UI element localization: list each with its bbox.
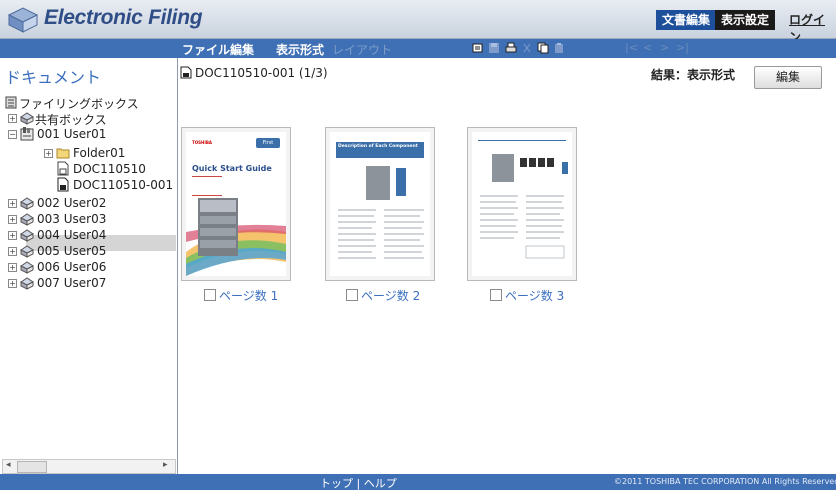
user-box-icon [20,261,34,274]
tree-label: 003 User03 [37,212,107,226]
scroll-left-arrow-icon[interactable]: ◂ [6,460,11,470]
user-box-icon [20,213,34,226]
copier-illustration [186,198,286,276]
expand-icon[interactable]: + [8,247,17,256]
checkbox-icon[interactable] [490,289,502,301]
cut-icon[interactable] [521,42,533,54]
tree-label: Folder01 [73,146,126,160]
tree-label: DOC110510 [73,162,146,176]
paste-icon[interactable] [553,42,565,54]
tree-label: 004 User04 [37,228,107,242]
copy-icon[interactable] [537,42,549,54]
expand-icon[interactable]: + [8,279,17,288]
tree-label: 005 User05 [37,244,107,258]
page-checkbox-2[interactable]: ページ数 2 [346,287,420,304]
tree-item-user04[interactable]: + 004 User04 [8,227,176,243]
component-diagram [338,166,424,259]
page-thumbnail-1[interactable]: TOSHIBA First Quick Start Guide [181,127,291,281]
copyright-text: ©2011 TOSHIBA TEC CORPORATION All Rights… [614,477,836,486]
app-header: Electronic Filing 文書編集 表示設定 ログイン [0,0,836,44]
user-box-icon [20,229,34,242]
save-icon[interactable] [488,42,500,54]
document-icon [180,66,192,79]
guide-heading: Quick Start Guide [192,164,272,173]
tree-item-doc110510-001[interactable]: DOC110510-001 [56,177,176,193]
expand-icon[interactable]: + [8,263,17,272]
expand-icon[interactable]: + [8,199,17,208]
app-title: Electronic Filing [44,6,203,29]
page-heading: Description of Each Component [338,144,418,149]
footer: トップ | ヘルプ ©2011 TOSHIBA TEC CORPORATION … [0,474,836,490]
tree-item-doc110510[interactable]: DOC110510 [56,161,174,177]
page-thumbnail-2[interactable]: Description of Each Component [325,127,435,281]
page-label: ページ数 2 [361,289,421,303]
edit-button[interactable]: 編集 [754,66,822,89]
page-preview: TOSHIBA First Quick Start Guide [186,132,286,276]
tree-item-user03[interactable]: + 003 User03 [8,211,176,227]
tree-label: 001 User01 [37,127,107,141]
menu-edit[interactable]: 編集 [230,41,254,58]
page-label: ページ数 3 [505,289,565,303]
collapse-icon[interactable]: − [8,130,17,139]
display-settings-tab[interactable]: 表示設定 [715,10,776,30]
page-label: ページ数 1 [219,289,279,303]
menu-file[interactable]: ファイル [182,41,230,58]
expand-icon[interactable]: + [8,114,17,123]
expand-icon[interactable]: + [44,149,53,158]
first-badge: First [256,138,280,148]
first-page-button[interactable]: |< [625,41,638,54]
tree-label: 006 User06 [37,260,107,274]
tree-label: 002 User02 [37,196,107,210]
expand-icon[interactable]: + [8,215,17,224]
menu-layout[interactable]: レイアウト [332,41,392,58]
tree-item-user01[interactable]: − 001 User01 [8,126,176,142]
user-box-icon [20,245,34,258]
scroll-right-arrow-icon[interactable]: ▸ [163,460,168,470]
menu-bar: ファイル 編集 表示形式 レイアウト |< < > >| [0,39,836,58]
user-box-icon [20,197,34,210]
logo-icon [7,7,39,33]
next-page-button[interactable]: > [660,41,669,54]
page-checkbox-3[interactable]: ページ数 3 [490,287,564,304]
document-tree-panel: ドキュメント ファイリングボックス + 共有ボックス − 001 User01 … [0,58,178,474]
brand-text: TOSHIBA [192,140,212,145]
properties-icon[interactable] [472,42,484,54]
component-diagram [480,154,568,259]
horizontal-scrollbar[interactable]: ◂ ▸ [2,459,176,474]
tree-item-user07[interactable]: + 007 User07 [8,275,176,291]
result-view-label: 結果：表示形式 [651,68,736,82]
prev-page-button[interactable]: < [643,41,652,54]
page-preview [472,132,572,276]
tree-item-user06[interactable]: + 006 User06 [8,259,176,275]
footer-links[interactable]: トップ | ヘルプ [320,475,397,491]
menu-view[interactable]: 表示形式 [276,41,324,58]
shared-box-icon [20,112,34,125]
expand-icon[interactable]: + [8,231,17,240]
page-preview: Description of Each Component [330,132,430,276]
tree-item-user02[interactable]: + 002 User02 [8,195,176,211]
document-edit-tab[interactable]: 文書編集 [656,10,717,30]
panel-heading: ドキュメント [5,68,102,87]
scrollbar-thumb[interactable] [17,461,47,473]
tree-item-shared-box[interactable]: + 共有ボックス [8,110,176,127]
document-icon [57,177,69,192]
tree-item-user05[interactable]: + 005 User05 [8,243,176,259]
print-icon[interactable] [505,42,517,54]
tree-item-filing-box[interactable]: ファイリングボックス [4,94,174,111]
last-page-button[interactable]: >| [676,41,689,54]
document-title: DOC110510-001 (1/3) [195,66,328,80]
folder-icon [56,148,70,159]
checkbox-icon[interactable] [346,289,358,301]
tree-item-folder01[interactable]: + Folder01 [44,145,176,161]
tree-label: 007 User07 [37,276,107,290]
document-icon [57,161,69,176]
page-checkbox-1[interactable]: ページ数 1 [204,287,278,304]
tree-label: DOC110510-001 [73,178,174,192]
user-box-icon [20,127,34,141]
user-box-icon [20,277,34,290]
filing-box-icon [5,96,17,109]
page-thumbnail-3[interactable] [467,127,577,281]
checkbox-icon[interactable] [204,289,216,301]
